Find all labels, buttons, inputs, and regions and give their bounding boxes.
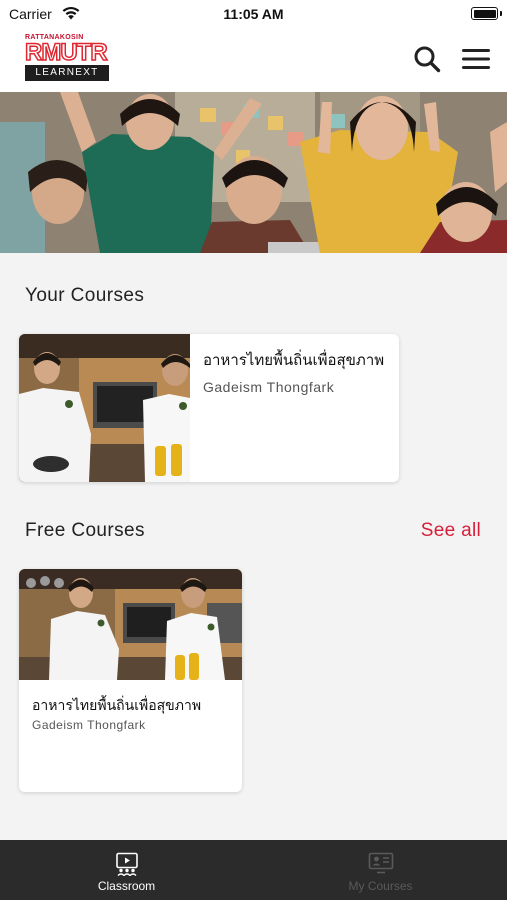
app-header: RATTANAKOSIN RMUTR LEARNEXT [0,28,507,92]
course-author: Gadeism Thongfark [203,379,335,395]
free-course-card[interactable]: อาหารไทยพื้นถิ่นเพื่อสุขภาพ Gadeism Thon… [19,569,242,792]
status-bar: Carrier 11:05 AM [0,0,507,28]
hero-photo [0,92,507,253]
logo-main-text: RMUTR [24,38,108,67]
tab-classroom-label: Classroom [97,879,156,893]
logo-sub-text: LEARNEXT [25,65,109,81]
course-thumbnail [19,569,242,680]
tab-my-courses-label: My Courses [348,879,413,893]
free-courses-heading: Free Courses [25,520,145,541]
tab-my-courses[interactable]: My Courses [254,840,507,900]
your-courses-heading: Your Courses [25,285,145,306]
course-title: อาหารไทยพื้นถิ่นเพื่อสุขภาพ [203,352,385,369]
battery-icon [471,7,498,20]
course-title: อาหารไทยพื้นถิ่นเพื่อสุขภาพ [32,697,202,713]
hamburger-menu-icon[interactable] [460,44,492,74]
app-logo[interactable]: RATTANAKOSIN RMUTR LEARNEXT [24,34,109,82]
course-author: Gadeism Thongfark [32,718,146,732]
bottom-tab-bar: Classroom My Courses [0,840,507,900]
see-all-link[interactable]: See all [421,520,481,542]
hero-banner [0,92,507,253]
course-thumbnail [19,334,190,482]
my-courses-icon [368,852,393,874]
classroom-icon [115,852,138,876]
search-icon[interactable] [412,44,442,74]
your-course-card[interactable]: อาหารไทยพื้นถิ่นเพื่อสุขภาพ Gadeism Thon… [19,334,399,482]
tab-classroom[interactable]: Classroom [0,840,253,900]
clock: 11:05 AM [223,6,284,22]
battery-tip [500,11,502,16]
